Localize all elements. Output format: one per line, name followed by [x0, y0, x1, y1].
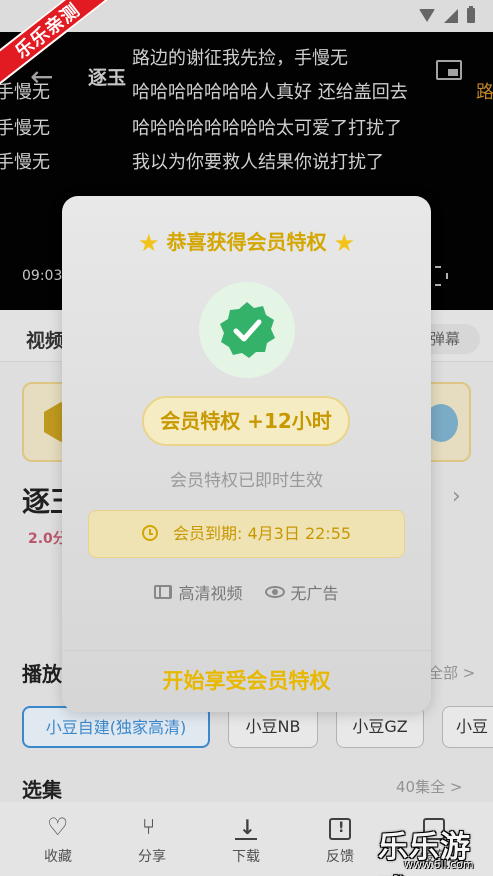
feature-no-ads: 无广告 — [264, 580, 339, 604]
start-vip-button[interactable]: 开始享受会员特权 — [62, 652, 431, 712]
star-icon: ★ — [333, 229, 355, 257]
vip-effective-text: 会员特权已即时生效 — [170, 471, 323, 491]
star-icon: ★ — [138, 229, 160, 257]
feature-hd-label: 高清视频 — [178, 584, 243, 603]
feature-hd: 高清视频 — [154, 580, 243, 604]
vip-duration-pill: 会员特权 +12小时 — [142, 396, 350, 446]
clock-icon — [141, 525, 158, 541]
eye-icon — [264, 586, 285, 598]
dialog-divider — [62, 650, 431, 651]
status-icons — [419, 6, 475, 23]
feature-no-ads-label: 无广告 — [290, 584, 339, 603]
verified-check-icon — [220, 302, 275, 358]
signal-icon — [444, 8, 458, 23]
battery-icon — [467, 6, 475, 23]
feature-row: 高清视频 无广告 — [62, 580, 431, 604]
vip-expire-text: 会员到期: 4月3日 22:55 — [173, 524, 352, 543]
badge-circle — [199, 282, 295, 378]
dialog-title-row: ★ 恭喜获得会员特权 ★ — [62, 226, 431, 257]
vip-expire-box: 会员到期: 4月3日 22:55 — [88, 510, 405, 558]
vip-reward-dialog: ★ 恭喜获得会员特权 ★ 会员特权 +12小时 会员特权已即时生效 会员到期: … — [62, 196, 431, 712]
film-icon — [154, 585, 173, 599]
dialog-title: 恭喜获得会员特权 — [166, 230, 327, 254]
wifi-icon — [419, 9, 435, 22]
